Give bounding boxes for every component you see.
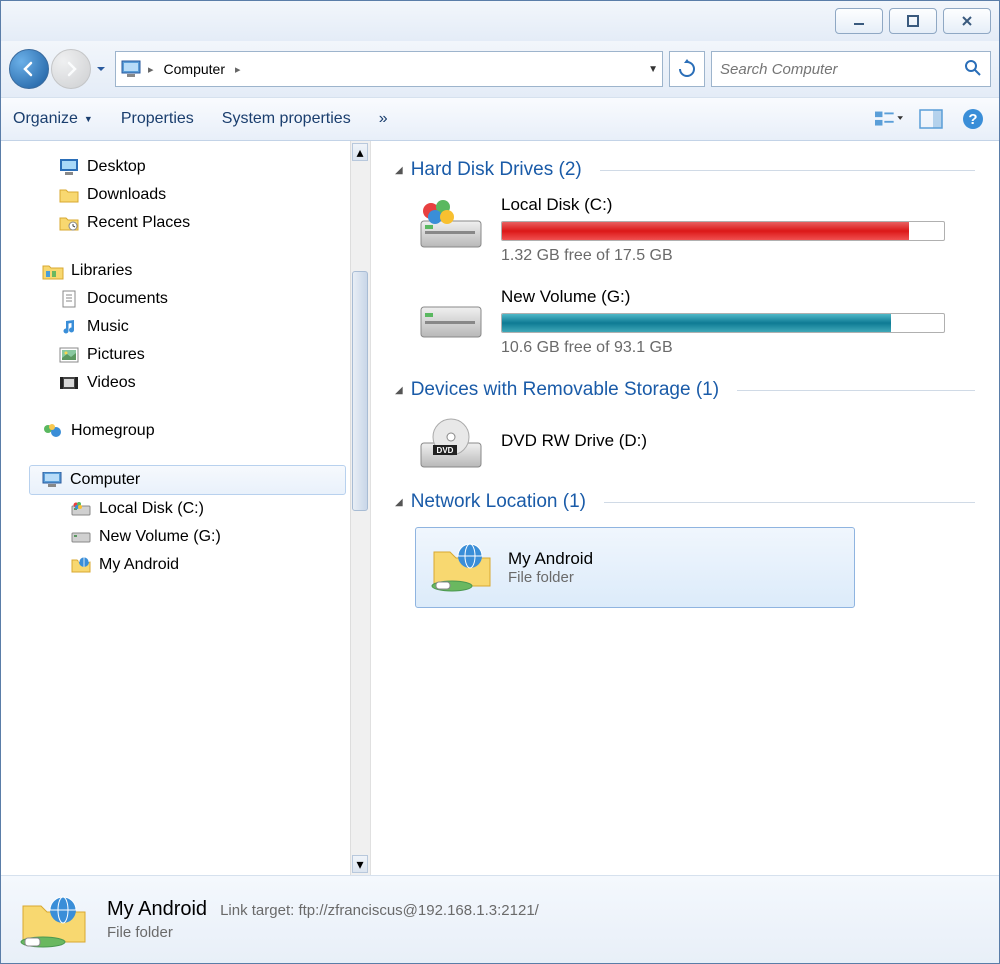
search-icon[interactable] [964, 59, 982, 80]
content-area: Desktop Downloads Recent Places Librarie… [1, 141, 999, 875]
drive-g-name: New Volume (G:) [501, 287, 945, 307]
scroll-thumb[interactable] [352, 271, 368, 511]
breadcrumb-computer[interactable]: Computer [160, 61, 229, 77]
drive-c-bar [501, 221, 945, 241]
computer-icon [120, 58, 142, 80]
network-folder-icon [69, 555, 93, 575]
tree-videos[interactable]: Videos [1, 369, 370, 397]
breadcrumb-bar[interactable]: ▸ Computer ▸ ▼ [115, 51, 663, 87]
drive-g[interactable]: New Volume (G:) 10.6 GB free of 93.1 GB [395, 287, 975, 357]
collapse-icon: ◢ [395, 497, 403, 508]
nav-tree: Desktop Downloads Recent Places Librarie… [1, 141, 371, 875]
netloc-name: My Android [508, 549, 593, 569]
computer-icon [40, 470, 64, 490]
tree-recent[interactable]: Recent Places [1, 209, 370, 237]
svg-text:?: ? [968, 111, 977, 128]
drive-g-icon [415, 287, 487, 345]
section-removable[interactable]: ◢Devices with Removable Storage (1) [395, 379, 975, 401]
view-menu[interactable] [875, 107, 903, 131]
close-button[interactable] [943, 8, 991, 34]
refresh-button[interactable] [669, 51, 705, 87]
pictures-icon [57, 345, 81, 365]
drive-c-name: Local Disk (C:) [501, 195, 945, 215]
back-button[interactable] [9, 49, 49, 89]
tree-local-disk-c[interactable]: Local Disk (C:) [1, 495, 370, 523]
toolbar-more[interactable]: » [379, 110, 388, 128]
section-hdd[interactable]: ◢Hard Disk Drives (2) [395, 159, 975, 181]
tree-libraries[interactable]: Libraries [1, 257, 370, 285]
tree-pictures[interactable]: Pictures [1, 341, 370, 369]
homegroup-icon [41, 421, 65, 441]
drive-icon [69, 527, 93, 547]
details-target-label: Link target: [220, 902, 294, 919]
details-pane: My Android Link target: ftp://zfranciscu… [1, 875, 999, 963]
forward-button [51, 49, 91, 89]
tree-my-android[interactable]: My Android [1, 551, 370, 579]
details-name: My Android [107, 898, 207, 920]
drive-c-icon [415, 195, 487, 253]
music-icon [57, 317, 81, 337]
breadcrumb-dropdown-icon[interactable]: ▼ [648, 64, 658, 75]
svg-text:DVD: DVD [437, 446, 454, 455]
nav-history-dropdown[interactable] [93, 59, 109, 79]
drive-c-stat: 1.32 GB free of 17.5 GB [501, 247, 945, 265]
collapse-icon: ◢ [395, 385, 403, 396]
desktop-icon [57, 157, 81, 177]
dvd-icon: DVD [415, 415, 487, 473]
search-box[interactable] [711, 51, 991, 87]
details-type: File folder [107, 924, 539, 941]
maximize-button[interactable] [889, 8, 937, 34]
netloc-type: File folder [508, 569, 593, 586]
toolbar: Organize▼ Properties System properties »… [1, 97, 999, 141]
main-pane: ◢Hard Disk Drives (2) Local Disk (C:) 1.… [371, 141, 999, 875]
titlebar [1, 1, 999, 41]
system-properties-button[interactable]: System properties [222, 110, 351, 128]
videos-icon [57, 373, 81, 393]
tree-computer[interactable]: Computer [29, 465, 346, 495]
drive-c[interactable]: Local Disk (C:) 1.32 GB free of 17.5 GB [395, 195, 975, 265]
tree-scrollbar[interactable]: ▴ ▾ [350, 141, 370, 875]
tree-downloads[interactable]: Downloads [1, 181, 370, 209]
explorer-window: ▸ Computer ▸ ▼ Organize▼ Properties Syst… [0, 0, 1000, 964]
tree-music[interactable]: Music [1, 313, 370, 341]
search-input[interactable] [720, 61, 964, 78]
breadcrumb-sep-icon: ▸ [233, 63, 243, 76]
navbar: ▸ Computer ▸ ▼ [1, 41, 999, 97]
tree-desktop[interactable]: Desktop [1, 153, 370, 181]
recent-icon [57, 213, 81, 233]
details-target: ftp://zfranciscus@192.168.1.3:2121/ [298, 902, 538, 919]
libraries-icon [41, 261, 65, 281]
tree-new-volume-g[interactable]: New Volume (G:) [1, 523, 370, 551]
minimize-button[interactable] [835, 8, 883, 34]
help-button[interactable]: ? [959, 107, 987, 131]
tree-documents[interactable]: Documents [1, 285, 370, 313]
drive-g-bar [501, 313, 945, 333]
details-icon [19, 890, 89, 950]
scroll-down-button[interactable]: ▾ [352, 855, 368, 873]
properties-button[interactable]: Properties [121, 110, 194, 128]
documents-icon [57, 289, 81, 309]
network-folder-icon [430, 538, 494, 597]
drive-g-stat: 10.6 GB free of 93.1 GB [501, 339, 945, 357]
dvd-name: DVD RW Drive (D:) [501, 431, 647, 451]
preview-pane-button[interactable] [917, 107, 945, 131]
network-my-android[interactable]: My Android File folder [415, 527, 855, 608]
drive-icon [69, 499, 93, 519]
tree-homegroup[interactable]: Homegroup [1, 417, 370, 445]
scroll-up-button[interactable]: ▴ [352, 143, 368, 161]
organize-menu[interactable]: Organize▼ [13, 110, 93, 128]
dvd-drive[interactable]: DVD DVD RW Drive (D:) [395, 415, 975, 473]
folder-icon [57, 185, 81, 205]
section-network[interactable]: ◢Network Location (1) [395, 491, 975, 513]
collapse-icon: ◢ [395, 165, 403, 176]
breadcrumb-sep-icon: ▸ [146, 63, 156, 76]
